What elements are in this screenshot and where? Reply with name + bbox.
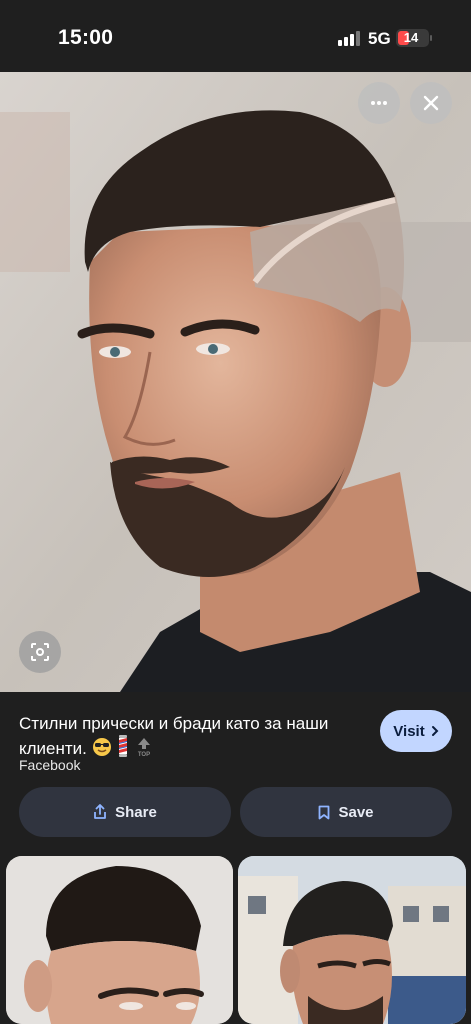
cellular-signal-icon — [338, 31, 362, 46]
close-button[interactable] — [410, 82, 452, 124]
battery-tip — [430, 35, 432, 41]
barber-pole-emoji-icon — [119, 735, 128, 757]
share-button[interactable]: Share — [19, 787, 231, 837]
related-pin-2[interactable] — [238, 856, 466, 1024]
pin-image[interactable] — [0, 72, 471, 692]
share-label: Share — [115, 803, 157, 821]
related-pin-1-photo — [6, 856, 233, 1024]
pin-title: Стилни прически и бради като за наши кли… — [19, 712, 364, 760]
related-pin-1[interactable] — [6, 856, 233, 1024]
pin-photo — [0, 72, 471, 692]
top-arrow-emoji-icon: TOP — [138, 738, 150, 757]
close-icon — [423, 95, 439, 111]
pin-source[interactable]: Facebook — [19, 757, 80, 773]
status-bar: 15:00 5G 14 — [0, 0, 471, 72]
more-options-button[interactable] — [358, 82, 400, 124]
battery-level: 14 — [403, 30, 419, 45]
chevron-right-icon — [431, 726, 439, 736]
visual-search-icon — [31, 643, 49, 661]
share-icon — [94, 804, 107, 819]
visit-button[interactable]: Visit — [380, 710, 452, 752]
visit-label: Visit — [393, 722, 425, 740]
save-button[interactable]: Save — [240, 787, 452, 837]
ellipsis-icon — [371, 101, 387, 105]
save-label: Save — [338, 803, 374, 821]
pin-title-text: Стилни прически и бради като за наши кли… — [19, 714, 329, 758]
visual-search-button[interactable] — [19, 631, 61, 673]
svg-text:TOP: TOP — [138, 752, 150, 757]
battery-icon: 14 — [396, 29, 432, 47]
sunglasses-emoji-icon — [92, 738, 111, 756]
status-time: 15:00 — [58, 26, 114, 49]
related-pin-2-photo — [238, 856, 466, 1024]
network-type: 5G — [368, 29, 391, 48]
bookmark-icon — [319, 805, 330, 819]
